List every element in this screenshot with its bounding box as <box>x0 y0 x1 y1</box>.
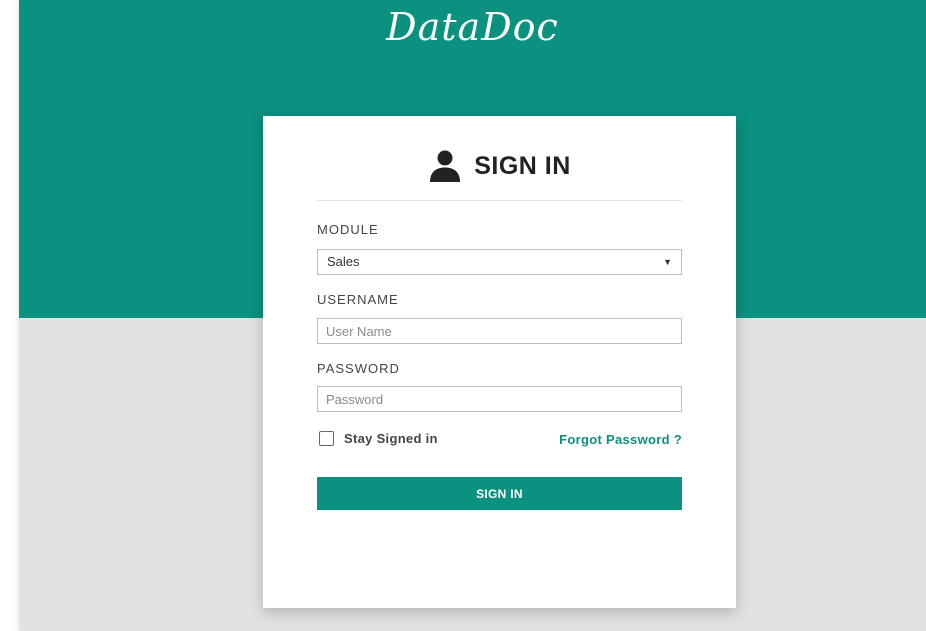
signin-header: SIGN IN <box>263 146 736 186</box>
username-label: USERNAME <box>317 292 399 307</box>
header-divider <box>317 200 682 201</box>
signin-title: SIGN IN <box>474 151 571 180</box>
stay-signed-in-label: Stay Signed in <box>344 431 438 446</box>
page-background: DataDoc SIGN IN MODULE Sales ▼ USERNAME … <box>19 0 926 631</box>
signin-card: SIGN IN MODULE Sales ▼ USERNAME PASSWORD… <box>263 116 736 608</box>
module-select[interactable]: Sales ▼ <box>317 249 682 275</box>
forgot-password-link[interactable]: Forgot Password ? <box>559 432 682 447</box>
app-logo: DataDoc <box>386 5 559 49</box>
chevron-down-icon: ▼ <box>663 257 672 267</box>
module-label: MODULE <box>317 222 379 237</box>
user-icon <box>430 150 461 182</box>
username-input[interactable] <box>317 318 682 344</box>
password-input[interactable] <box>317 386 682 412</box>
stay-signed-in[interactable]: Stay Signed in <box>319 431 438 446</box>
password-label: PASSWORD <box>317 361 400 376</box>
module-selected-value: Sales <box>327 254 360 269</box>
stay-signed-in-checkbox[interactable] <box>319 431 334 446</box>
signin-button[interactable]: SIGN IN <box>317 477 682 510</box>
